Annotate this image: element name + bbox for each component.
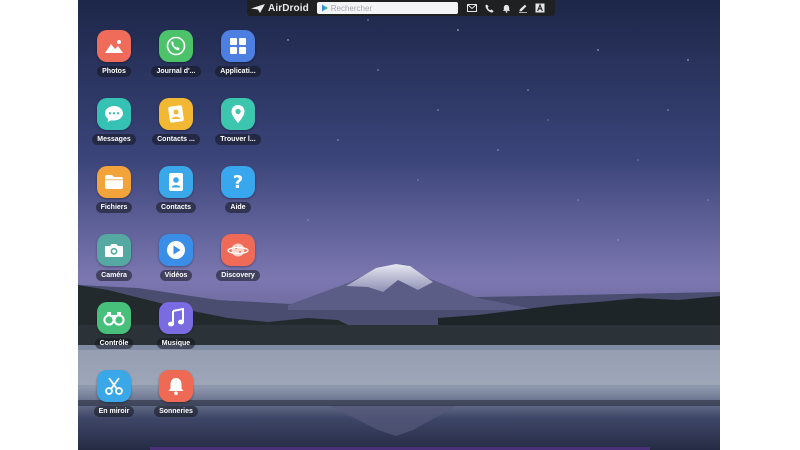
app-photos[interactable]: Photos — [79, 30, 149, 77]
pen-icon[interactable] — [517, 2, 529, 14]
app-contacts-card[interactable]: Contacts ... — [141, 98, 211, 145]
app-contacts[interactable]: Contacts — [141, 166, 211, 213]
search-box[interactable] — [316, 2, 458, 14]
app-label: Aide — [225, 202, 251, 213]
contacts-card-icon — [159, 98, 193, 130]
paper-plane-icon — [251, 3, 265, 13]
app-label: Contacts ... — [152, 134, 200, 145]
app-label: Trouver l... — [215, 134, 261, 145]
app-music[interactable]: Musique — [141, 302, 211, 349]
svg-text:?: ? — [233, 172, 243, 192]
bell-icon[interactable] — [500, 2, 512, 14]
top-toolbar: AirDroid — [247, 0, 555, 16]
bell-app-icon — [159, 370, 193, 402]
app-label: Contrôle — [94, 338, 134, 349]
app-bell-app[interactable]: Sonneries — [141, 370, 211, 417]
app-messages[interactable]: Messages — [79, 98, 149, 145]
find-phone-icon — [221, 98, 255, 130]
brand-name: AirDroid — [268, 2, 309, 14]
text-icon[interactable] — [534, 2, 546, 14]
app-label: Sonneries — [154, 406, 198, 417]
scissors-icon — [97, 370, 131, 402]
binoculars-icon — [97, 302, 131, 334]
camera-icon — [97, 234, 131, 266]
app-folder[interactable]: Fichiers — [79, 166, 149, 213]
call-log-icon — [159, 30, 193, 62]
app-help[interactable]: ? Aide — [203, 166, 273, 213]
app-label: Messages — [92, 134, 136, 145]
apps-grid-icon — [221, 30, 255, 62]
app-scissors[interactable]: En miroir — [79, 370, 149, 417]
app-binoculars[interactable]: Contrôle — [79, 302, 149, 349]
messages-icon — [97, 98, 131, 130]
help-icon: ? — [221, 166, 255, 198]
phone-icon[interactable] — [483, 2, 495, 14]
app-camera[interactable]: Caméra — [79, 234, 149, 281]
toolbar-icons — [466, 2, 551, 14]
app-label: Photos — [97, 66, 131, 77]
app-label: Applicati... — [215, 66, 261, 77]
planet-icon — [221, 234, 255, 266]
desktop-wallpaper: Photos Journal d'... Applicati... Messages C… — [78, 0, 720, 450]
app-apps-grid[interactable]: Applicati... — [203, 30, 273, 77]
app-label: Musique — [156, 338, 196, 349]
app-label: Journal d'... — [151, 66, 201, 77]
folder-icon — [97, 166, 131, 198]
app-label: Discovery — [216, 270, 260, 281]
app-find-phone[interactable]: Trouver l... — [203, 98, 273, 145]
contacts-icon — [159, 166, 193, 198]
app-label: Fichiers — [95, 202, 133, 213]
app-label: Contacts — [156, 202, 196, 213]
app-label: Vidéos — [159, 270, 193, 281]
app-planet[interactable]: Discovery — [203, 234, 273, 281]
search-input[interactable] — [330, 2, 449, 14]
app-video[interactable]: Vidéos — [141, 234, 211, 281]
music-icon — [159, 302, 193, 334]
airdroid-logo[interactable]: AirDroid — [251, 3, 316, 14]
video-icon — [159, 234, 193, 266]
app-label: Caméra — [96, 270, 132, 281]
play-store-icon — [321, 4, 328, 12]
app-call-log[interactable]: Journal d'... — [141, 30, 211, 77]
mail-icon[interactable] — [466, 2, 478, 14]
photos-icon — [97, 30, 131, 62]
app-label: En miroir — [93, 406, 135, 417]
